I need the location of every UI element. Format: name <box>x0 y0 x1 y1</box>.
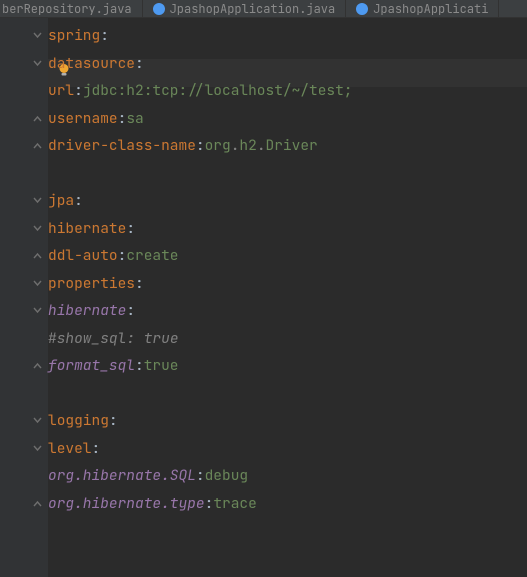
colon: : <box>126 219 135 238</box>
fold-end-icon[interactable] <box>32 251 42 261</box>
yaml-key: spring <box>48 26 100 45</box>
tab-file-2[interactable]: JpashopApplication.java <box>143 0 347 17</box>
yaml-key: logging <box>48 411 109 430</box>
fold-end-icon[interactable] <box>32 498 42 508</box>
colon: : <box>100 26 109 45</box>
yaml-value: h2 <box>239 136 256 155</box>
editor-tabs: berRepository.java JpashopApplication.ja… <box>0 0 527 18</box>
colon: : <box>135 54 144 73</box>
java-class-icon <box>356 3 368 15</box>
yaml-key: driver-class-name <box>48 136 196 155</box>
fold-end-icon[interactable] <box>32 361 42 371</box>
fold-end-icon[interactable] <box>32 113 42 123</box>
fold-toggle-icon[interactable] <box>32 416 42 426</box>
tab-label: berRepository.java <box>2 1 132 17</box>
code-content[interactable]: spring: datasource: url: jdbc:h2:tcp://l… <box>48 18 527 577</box>
tab-file-1[interactable]: berRepository.java <box>0 0 143 17</box>
fold-toggle-icon[interactable] <box>32 306 42 316</box>
yaml-value: Driver <box>266 136 318 155</box>
yaml-key: org.hibernate.type <box>48 494 205 513</box>
comment-text: true <box>144 329 179 348</box>
dot: . <box>257 136 266 155</box>
colon: : <box>205 494 214 513</box>
yaml-key: datasource <box>48 54 135 73</box>
fold-toggle-icon[interactable] <box>32 278 42 288</box>
colon: : <box>126 301 135 320</box>
colon: : <box>74 81 83 100</box>
yaml-value: create <box>126 246 178 265</box>
yaml-value: trace <box>213 494 257 513</box>
yaml-key: url <box>48 81 74 100</box>
dot: . <box>231 136 240 155</box>
colon: : <box>118 246 127 265</box>
colon: : <box>135 274 144 293</box>
comment-hash: # <box>48 329 57 348</box>
yaml-value: jdbc:h2:tcp://localhost/~/test; <box>83 81 353 100</box>
java-class-icon <box>153 3 165 15</box>
colon: : <box>74 191 83 210</box>
comment-text: show_sql <box>57 329 127 348</box>
yaml-key: hibernate <box>48 219 126 238</box>
fold-toggle-icon[interactable] <box>32 443 42 453</box>
yaml-value: debug <box>205 466 249 485</box>
editor-area: spring: datasource: url: jdbc:h2:tcp://l… <box>0 18 527 577</box>
colon: : <box>196 136 205 155</box>
yaml-key: jpa <box>48 191 74 210</box>
tab-file-3[interactable]: JpashopApplicati <box>346 0 499 17</box>
yaml-key: hibernate <box>48 301 126 320</box>
yaml-key: username <box>48 109 118 128</box>
fold-end-icon[interactable] <box>32 141 42 151</box>
yaml-key: ddl-auto <box>48 246 118 265</box>
colon: : <box>118 109 127 128</box>
fold-toggle-icon[interactable] <box>32 31 42 41</box>
yaml-key: properties <box>48 274 135 293</box>
tab-label: JpashopApplicati <box>373 1 488 17</box>
colon: : <box>92 439 101 458</box>
comment-text: : <box>126 329 143 348</box>
gutter <box>0 18 48 577</box>
colon: : <box>135 356 144 375</box>
colon: : <box>196 466 205 485</box>
colon: : <box>109 411 118 430</box>
fold-toggle-icon[interactable] <box>32 223 42 233</box>
yaml-key: level <box>48 439 92 458</box>
fold-toggle-icon[interactable] <box>32 58 42 68</box>
yaml-key: format_sql <box>48 356 135 375</box>
yaml-key: org.hibernate.SQL <box>48 466 196 485</box>
yaml-value: org <box>205 136 231 155</box>
fold-toggle-icon[interactable] <box>32 196 42 206</box>
yaml-value: true <box>144 356 179 375</box>
tab-label: JpashopApplication.java <box>170 1 336 17</box>
yaml-value: sa <box>126 109 143 128</box>
